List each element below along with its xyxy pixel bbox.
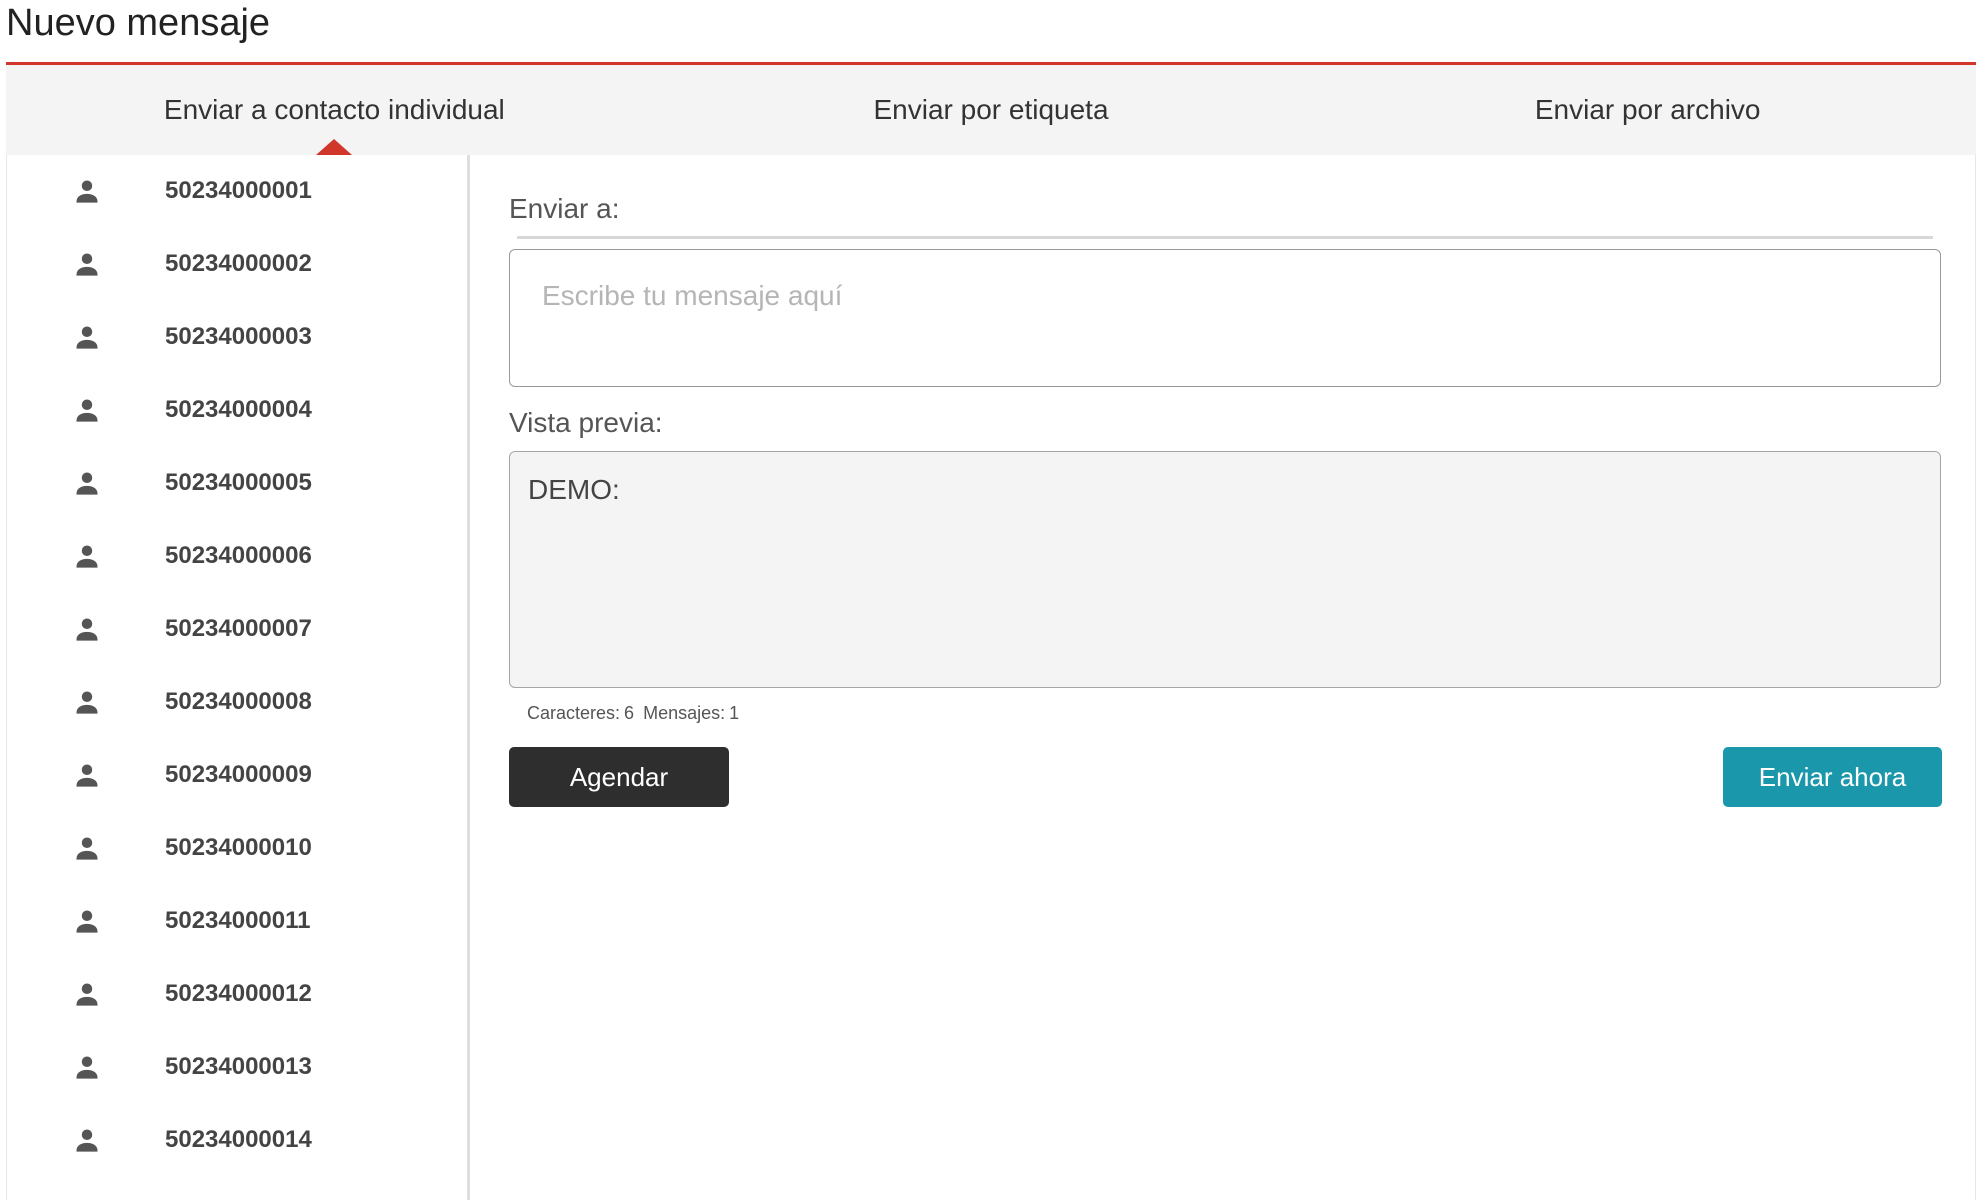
- person-icon: [73, 469, 101, 497]
- contact-number: 50234000001: [165, 177, 312, 204]
- person-icon: [73, 396, 101, 424]
- message-input[interactable]: [509, 249, 1941, 387]
- contact-item[interactable]: 50234000006: [7, 519, 467, 592]
- contact-item[interactable]: 50234000001: [7, 155, 467, 227]
- contact-item[interactable]: 50234000009: [7, 738, 467, 811]
- person-icon: [73, 1126, 101, 1154]
- tab-individual-contact[interactable]: Enviar a contacto individual: [6, 65, 663, 155]
- person-icon: [73, 615, 101, 643]
- person-icon: [73, 834, 101, 862]
- contact-list[interactable]: 50234000001 50234000002 50234000003 5023400…: [7, 155, 470, 1200]
- contact-number: 50234000009: [165, 760, 312, 788]
- send-now-button[interactable]: Enviar ahora: [1723, 747, 1942, 807]
- tab-label: Enviar por archivo: [1534, 94, 1761, 125]
- tab-by-file[interactable]: Enviar por archivo: [1319, 65, 1976, 155]
- panel-border: [1975, 155, 1976, 1200]
- compose-panel: Enviar a: Vista previa: DEMO: Caracteres…: [473, 155, 1975, 1200]
- contact-number: 50234000003: [165, 322, 312, 350]
- tab-label: Enviar por etiqueta: [873, 94, 1109, 125]
- person-icon: [73, 907, 101, 935]
- contact-number: 50234000011: [165, 906, 311, 934]
- contact-number: 50234000008: [165, 687, 312, 715]
- person-icon: [73, 688, 101, 716]
- contact-item[interactable]: 50234000003: [7, 300, 467, 373]
- contact-item[interactable]: 50234000014: [7, 1103, 467, 1176]
- characters-label: Caracteres:: [527, 703, 621, 723]
- contact-number: 50234000006: [165, 541, 312, 569]
- contact-number: 50234000007: [165, 614, 312, 642]
- person-icon: [73, 1053, 101, 1081]
- contact-number: 50234000012: [165, 979, 312, 1007]
- contact-number: 50234000013: [165, 1052, 312, 1080]
- contact-number: 50234000004: [165, 395, 312, 423]
- tab-bar: Enviar a contacto individual Enviar por …: [6, 65, 1976, 155]
- contact-item[interactable]: 50234000013: [7, 1030, 467, 1103]
- person-icon: [73, 177, 101, 205]
- recipient-label: Enviar a:: [509, 193, 620, 224]
- contact-item[interactable]: 50234000010: [7, 811, 467, 884]
- active-tab-indicator: [316, 139, 353, 155]
- contact-number: 50234000010: [165, 833, 312, 861]
- contact-item[interactable]: 50234000011: [7, 884, 467, 957]
- contact-item[interactable]: 50234000007: [7, 592, 467, 665]
- message-counter: Caracteres: 6 Mensajes: 1: [527, 703, 743, 724]
- recipient-field[interactable]: [517, 236, 1933, 239]
- contact-item[interactable]: 50234000005: [7, 446, 467, 519]
- preview-text: DEMO:: [528, 474, 620, 505]
- tab-by-tag[interactable]: Enviar por etiqueta: [663, 65, 1320, 155]
- tab-label: Enviar a contacto individual: [163, 94, 505, 125]
- contact-number: 50234000005: [165, 468, 312, 496]
- message-preview: DEMO:: [509, 451, 1941, 688]
- contact-item[interactable]: 50234000015: [7, 1176, 467, 1200]
- contact-item[interactable]: 50234000002: [7, 227, 467, 300]
- contact-number: 50234000002: [165, 249, 312, 277]
- contact-item[interactable]: 50234000012: [7, 957, 467, 1030]
- characters-count: 6: [624, 703, 635, 723]
- messages-label: Mensajes:: [643, 703, 726, 723]
- person-icon: [73, 980, 101, 1008]
- schedule-button[interactable]: Agendar: [509, 747, 729, 807]
- person-icon: [73, 250, 101, 278]
- preview-label: Vista previa:: [509, 407, 663, 438]
- messages-count: 1: [729, 703, 740, 723]
- page-title: Nuevo mensaje: [6, 2, 271, 44]
- contact-item[interactable]: 50234000004: [7, 373, 467, 446]
- person-icon: [73, 323, 101, 351]
- person-icon: [73, 542, 101, 570]
- contact-item[interactable]: 50234000008: [7, 665, 467, 738]
- person-icon: [73, 761, 101, 789]
- contact-number: 50234000014: [165, 1125, 312, 1153]
